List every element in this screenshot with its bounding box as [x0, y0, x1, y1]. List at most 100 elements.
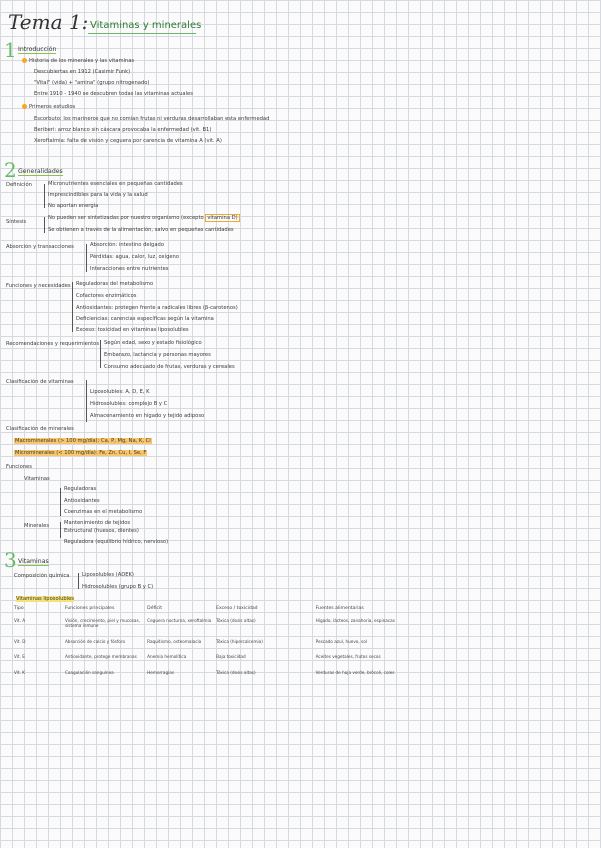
fuentes-sub-minerales: Minerales	[24, 523, 50, 529]
definicion-item: No aportan energía	[48, 203, 99, 209]
col-tipo: Tipo	[14, 606, 24, 611]
funciones-item: Exceso: toxicidad en vitaminas liposolub…	[76, 327, 189, 333]
intro-b-item: Beriberi: arroz blanco sin cáscara provo…	[34, 127, 212, 133]
cell-fuentes: Aceites vegetales, frutos secos	[315, 654, 381, 660]
brace	[86, 244, 87, 272]
clasificacion-item: Almacenamiento en hígado y tejido adipos…	[90, 413, 205, 419]
vitamins-table: Tipo Funciones principales Déficit Exces…	[14, 606, 434, 681]
section-heading-1: Introducción	[18, 46, 57, 54]
cell-fuentes: Verduras de hoja verde, brócoli, coles	[315, 669, 395, 675]
fuentes-min-item: Estructural (huesos, dientes)	[64, 528, 139, 534]
intro-point-a-text: Historia de los minerales y las vitamina…	[29, 58, 135, 64]
clasificacion-label: Clasificación de vitaminas	[6, 379, 74, 385]
intro-point-b-text: Primeros estudios	[29, 104, 76, 110]
brace	[44, 217, 45, 233]
fuentes-vit-item: Reguladoras	[64, 486, 97, 492]
brace	[60, 522, 61, 538]
intro-a-item: "Vital" (vida) + "amina" (grupo nitrogen…	[34, 80, 150, 86]
cell-funcion: Coagulación sanguínea	[64, 669, 114, 675]
brace	[78, 573, 79, 589]
brace	[60, 488, 61, 516]
page-title: Tema 1:	[8, 10, 89, 34]
cell-fuentes: Pescado azul, huevo, sol	[315, 638, 367, 644]
section-number-3: 3	[4, 548, 17, 572]
funciones-item: Deficiencias: carencias específicas segú…	[76, 316, 214, 322]
section-heading-2: Generalidades	[18, 168, 63, 176]
funciones-item: Reguladoras del metabolismo	[76, 281, 154, 287]
intro-point-b: Primeros estudios	[22, 104, 75, 111]
table-header-row: Tipo Funciones principales Déficit Exces…	[14, 606, 434, 614]
absorcion-item: Pérdidas: agua, calor, luz, oxígeno	[90, 254, 180, 260]
recomendaciones-item: Embarazo, lactancia y personas mayores	[104, 352, 211, 358]
fuentes-vit-item: Antioxidantes	[64, 498, 100, 504]
cell-exceso: Baja toxicidad	[216, 654, 246, 660]
cell-exceso: Tóxica (dosis altas)	[216, 669, 256, 675]
brace	[86, 380, 87, 422]
cell-funcion: Antioxidante, protege membranas	[64, 654, 137, 660]
sintesis-label: Síntesis	[6, 219, 27, 225]
fuentes-min-item: Reguladora (equilibrio hídrico, nervioso…	[64, 539, 169, 545]
intro-a-item: Entre 1910 - 1940 se descubren todas las…	[34, 91, 193, 97]
sintesis-text: No pueden ser sintetizadas por nuestro o…	[48, 215, 204, 221]
cell-exceso: Tóxica (hipercalcemia)	[216, 638, 263, 644]
cell-funcion: Absorción de calcio y fósforo	[64, 638, 126, 644]
table-row: Vit. D Absorción de calcio y fósforo Raq…	[14, 635, 434, 650]
clasificacion-item: Hidrosolubles: complejo B y C	[90, 401, 168, 407]
cell-deficit: Raquitismo, osteomalacia	[147, 638, 202, 644]
minerales-macro: Macrominerales (> 100 mg/día): Ca, P, Mg…	[14, 438, 152, 444]
title-underline	[88, 33, 196, 34]
composicion-item: Hidrosolubles (grupo B y C)	[82, 584, 154, 590]
table-row: Vit. K Coagulación sanguínea Hemorragias…	[14, 666, 434, 681]
cell-tipo: Vit. E	[14, 654, 25, 660]
recomendaciones-label: Recomendaciones y requerimientos	[6, 341, 100, 347]
intro-point-a: Historia de los minerales y las vitamina…	[22, 58, 134, 65]
funciones-label: Funciones y necesidades	[6, 283, 71, 289]
definicion-label: Definición	[6, 182, 32, 188]
minerales-label: Clasificación de minerales	[6, 426, 74, 432]
absorcion-label: Absorción y transacciones	[6, 244, 74, 250]
fuentes-sub-vitaminas: Vitaminas	[24, 476, 50, 482]
table-row: Vit. A Visión, crecimiento, piel y mucos…	[14, 614, 434, 635]
fuentes-label: Funciones	[6, 464, 32, 470]
cell-deficit: Hemorragias	[147, 669, 175, 675]
brace	[72, 282, 73, 332]
minerales-item: Macrominerales (> 100 mg/día): Ca, P, Mg…	[14, 438, 152, 445]
col-deficit: Déficit	[147, 606, 163, 611]
intro-b-item: Xeroftalmia: falta de visión y ceguera p…	[34, 138, 222, 144]
funciones-item: Antioxidantes: protegen frente a radical…	[76, 305, 238, 311]
minerales-micro: Microminerales (< 100 mg/día): Fe, Zn, C…	[14, 450, 148, 456]
absorcion-item: Absorción: intestino delgado	[90, 242, 164, 248]
absorcion-item: Interacciones entre nutrientes	[90, 266, 169, 272]
cell-exceso: Tóxica (dosis altas)	[216, 618, 256, 623]
table-row: Vit. E Antioxidante, protege membranas A…	[14, 650, 434, 665]
recomendaciones-item: Consumo adecuado de frutas, verduras y c…	[104, 364, 235, 370]
sintesis-item: No pueden ser sintetizadas por nuestro o…	[48, 214, 240, 222]
bullet-dot-icon	[22, 104, 27, 109]
minerales-item: Microminerales (< 100 mg/día): Fe, Zn, C…	[14, 450, 148, 457]
definicion-item: Imprescindibles para la vida y la salud	[48, 192, 148, 198]
col-exceso: Exceso / toxicidad	[216, 606, 258, 611]
composicion-item: Liposolubles (ADEK)	[82, 572, 134, 578]
cell-deficit: Ceguera nocturna, xeroftalmia	[147, 618, 212, 623]
cell-deficit: Anemia hemolítica	[147, 654, 187, 660]
sintesis-item: Se obtienen a través de la alimentación,…	[48, 227, 234, 233]
page-subtitle: Vitaminas y minerales	[90, 20, 202, 31]
fuentes-vit-item: Mantenimiento de tejidos	[64, 520, 131, 526]
table-title: Vitaminas liposolubles	[16, 596, 74, 603]
col-funciones: Funciones principales	[64, 606, 115, 611]
sintesis-highlight: vitamina D)	[205, 214, 240, 222]
cell-tipo: Vit. K	[14, 669, 25, 675]
definicion-item: Micronutrientes esenciales en pequeñas c…	[48, 181, 183, 187]
clasificacion-item: Liposolubles: A, D, E, K	[90, 389, 150, 395]
brace	[100, 340, 101, 368]
brace	[44, 184, 45, 208]
funciones-item: Cofactores enzimáticos	[76, 293, 137, 299]
section-number-2: 2	[4, 158, 17, 182]
recomendaciones-item: Según edad, sexo y estado fisiológico	[104, 340, 202, 346]
cell-fuentes: Hígado, lácteos, zanahoria, espinacas	[315, 618, 395, 623]
section-heading-3: Vitaminas	[18, 558, 49, 566]
composicion-label: Composición química	[14, 573, 70, 579]
table-title-text: Vitaminas liposolubles	[16, 596, 74, 602]
col-fuentes: Fuentes alimentarias	[315, 606, 364, 611]
section-number-1: 1	[4, 38, 17, 62]
